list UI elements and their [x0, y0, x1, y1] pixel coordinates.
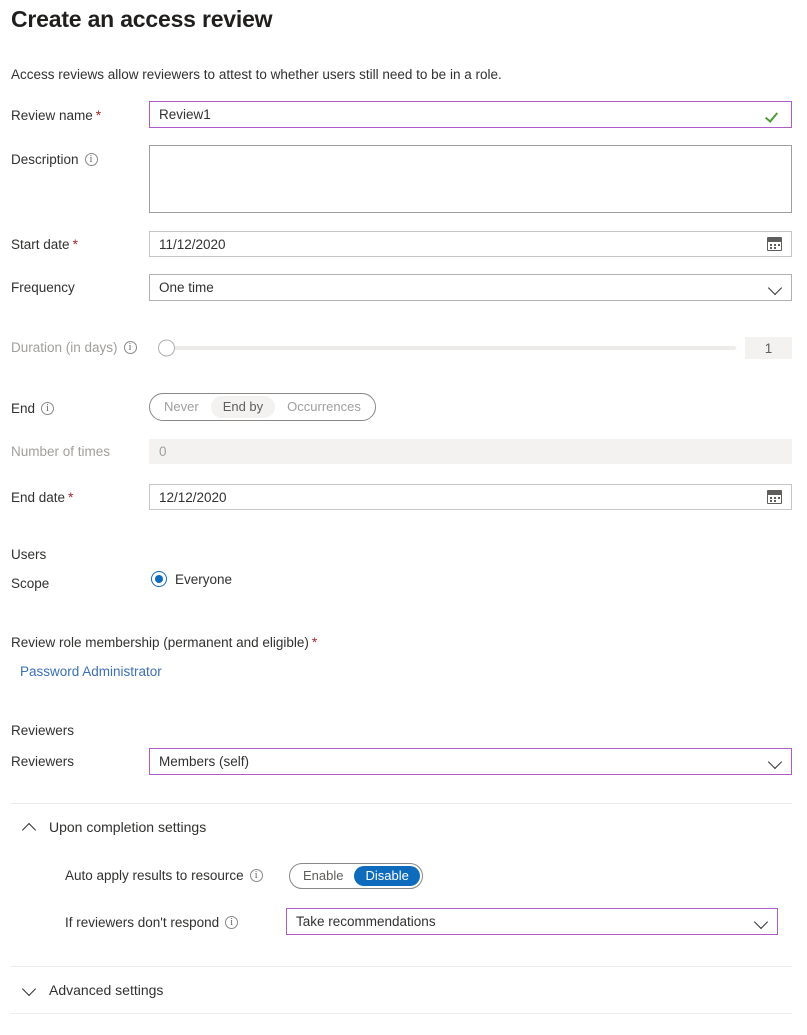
frequency-label: Frequency — [11, 280, 75, 295]
review-name-label-text: Review name — [11, 108, 93, 123]
end-option-never[interactable]: Never — [152, 396, 211, 418]
info-icon[interactable] — [225, 916, 238, 929]
divider — [11, 1013, 792, 1014]
duration-value: 1 — [765, 341, 773, 356]
number-of-times-label: Number of times — [11, 444, 110, 459]
frequency-select[interactable]: One time — [149, 274, 792, 301]
end-option-end-by[interactable]: End by — [211, 396, 275, 418]
upon-completion-settings-header[interactable]: Upon completion settings — [22, 819, 206, 835]
radio-icon[interactable] — [151, 571, 167, 587]
no-response-select[interactable]: Take recommendations — [286, 908, 778, 935]
frequency-label-text: Frequency — [11, 280, 75, 295]
info-icon[interactable] — [41, 402, 54, 415]
reviewers-section-heading: Reviewers — [11, 723, 74, 738]
end-date-input[interactable]: 12/12/2020 — [149, 484, 792, 510]
required-asterisk: * — [96, 107, 101, 123]
chevron-down-icon[interactable] — [769, 281, 782, 294]
advanced-settings-header[interactable]: Advanced settings — [22, 982, 163, 998]
divider — [11, 966, 792, 967]
duration-label: Duration (in days) — [11, 340, 137, 355]
chevron-down-icon[interactable] — [22, 983, 36, 997]
required-asterisk: * — [312, 634, 317, 650]
review-name-value: Review1 — [159, 107, 762, 122]
slider-thumb[interactable] — [158, 340, 175, 357]
description-label-text: Description — [11, 152, 79, 167]
duration-label-text: Duration (in days) — [11, 340, 118, 355]
role-membership-label: Review role membership (permanent and el… — [11, 634, 317, 650]
description-textarea[interactable] — [149, 145, 792, 213]
auto-apply-option-disable[interactable]: Disable — [354, 866, 419, 886]
number-of-times-value: 0 — [159, 444, 782, 459]
end-date-label-text: End date — [11, 490, 65, 505]
review-name-input[interactable]: Review1 — [149, 101, 792, 128]
frequency-value: One time — [159, 280, 763, 295]
end-date-value: 12/12/2020 — [159, 490, 761, 505]
info-icon[interactable] — [250, 869, 263, 882]
no-response-label: If reviewers don't respond — [65, 915, 238, 930]
end-label: End — [11, 401, 54, 416]
calendar-icon[interactable] — [767, 237, 782, 251]
number-of-times-input: 0 — [149, 439, 792, 464]
chevron-up-icon[interactable] — [22, 820, 36, 834]
advanced-settings-title: Advanced settings — [49, 982, 163, 998]
role-membership-label-text: Review role membership (permanent and el… — [11, 635, 309, 650]
page-title: Create an access review — [11, 6, 272, 33]
reviewers-label: Reviewers — [11, 754, 74, 769]
check-icon — [766, 107, 782, 123]
auto-apply-label: Auto apply results to resource — [65, 868, 263, 883]
required-asterisk: * — [73, 236, 78, 252]
slider-track[interactable] — [167, 346, 736, 350]
scope-radio-label: Everyone — [175, 572, 232, 587]
intro-description: Access reviews allow reviewers to attest… — [11, 67, 502, 82]
auto-apply-toggle-group[interactable]: Enable Disable — [289, 863, 423, 889]
duration-value-box: 1 — [745, 337, 792, 359]
number-of-times-label-text: Number of times — [11, 444, 110, 459]
end-choice-group[interactable]: Never End by Occurrences — [149, 393, 376, 421]
info-icon[interactable] — [85, 153, 98, 166]
duration-slider[interactable] — [158, 338, 736, 358]
chevron-down-icon[interactable] — [755, 915, 768, 928]
required-asterisk: * — [68, 489, 73, 505]
upon-completion-settings-title: Upon completion settings — [49, 819, 206, 835]
scope-label: Scope — [11, 576, 49, 591]
info-icon[interactable] — [124, 341, 137, 354]
auto-apply-option-enable[interactable]: Enable — [292, 866, 354, 886]
review-name-label: Review name* — [11, 107, 101, 123]
auto-apply-label-text: Auto apply results to resource — [65, 868, 244, 883]
start-date-input[interactable]: 11/12/2020 — [149, 231, 792, 257]
reviewers-value: Members (self) — [159, 754, 763, 769]
create-access-review-page: Create an access review Access reviews a… — [0, 0, 807, 1035]
end-option-occurrences[interactable]: Occurrences — [275, 396, 373, 418]
divider — [11, 803, 792, 804]
end-date-label: End date* — [11, 489, 74, 505]
chevron-down-icon[interactable] — [769, 755, 782, 768]
start-date-label-text: Start date — [11, 237, 70, 252]
start-date-label: Start date* — [11, 236, 78, 252]
reviewers-select[interactable]: Members (self) — [149, 748, 792, 775]
scope-radio-everyone[interactable]: Everyone — [151, 571, 232, 587]
calendar-icon[interactable] — [767, 490, 782, 504]
no-response-value: Take recommendations — [296, 914, 749, 929]
description-label: Description — [11, 152, 98, 167]
users-section-heading: Users — [11, 547, 46, 562]
start-date-value: 11/12/2020 — [159, 237, 761, 252]
end-label-text: End — [11, 401, 35, 416]
role-link-password-administrator[interactable]: Password Administrator — [20, 664, 162, 679]
no-response-label-text: If reviewers don't respond — [65, 915, 219, 930]
